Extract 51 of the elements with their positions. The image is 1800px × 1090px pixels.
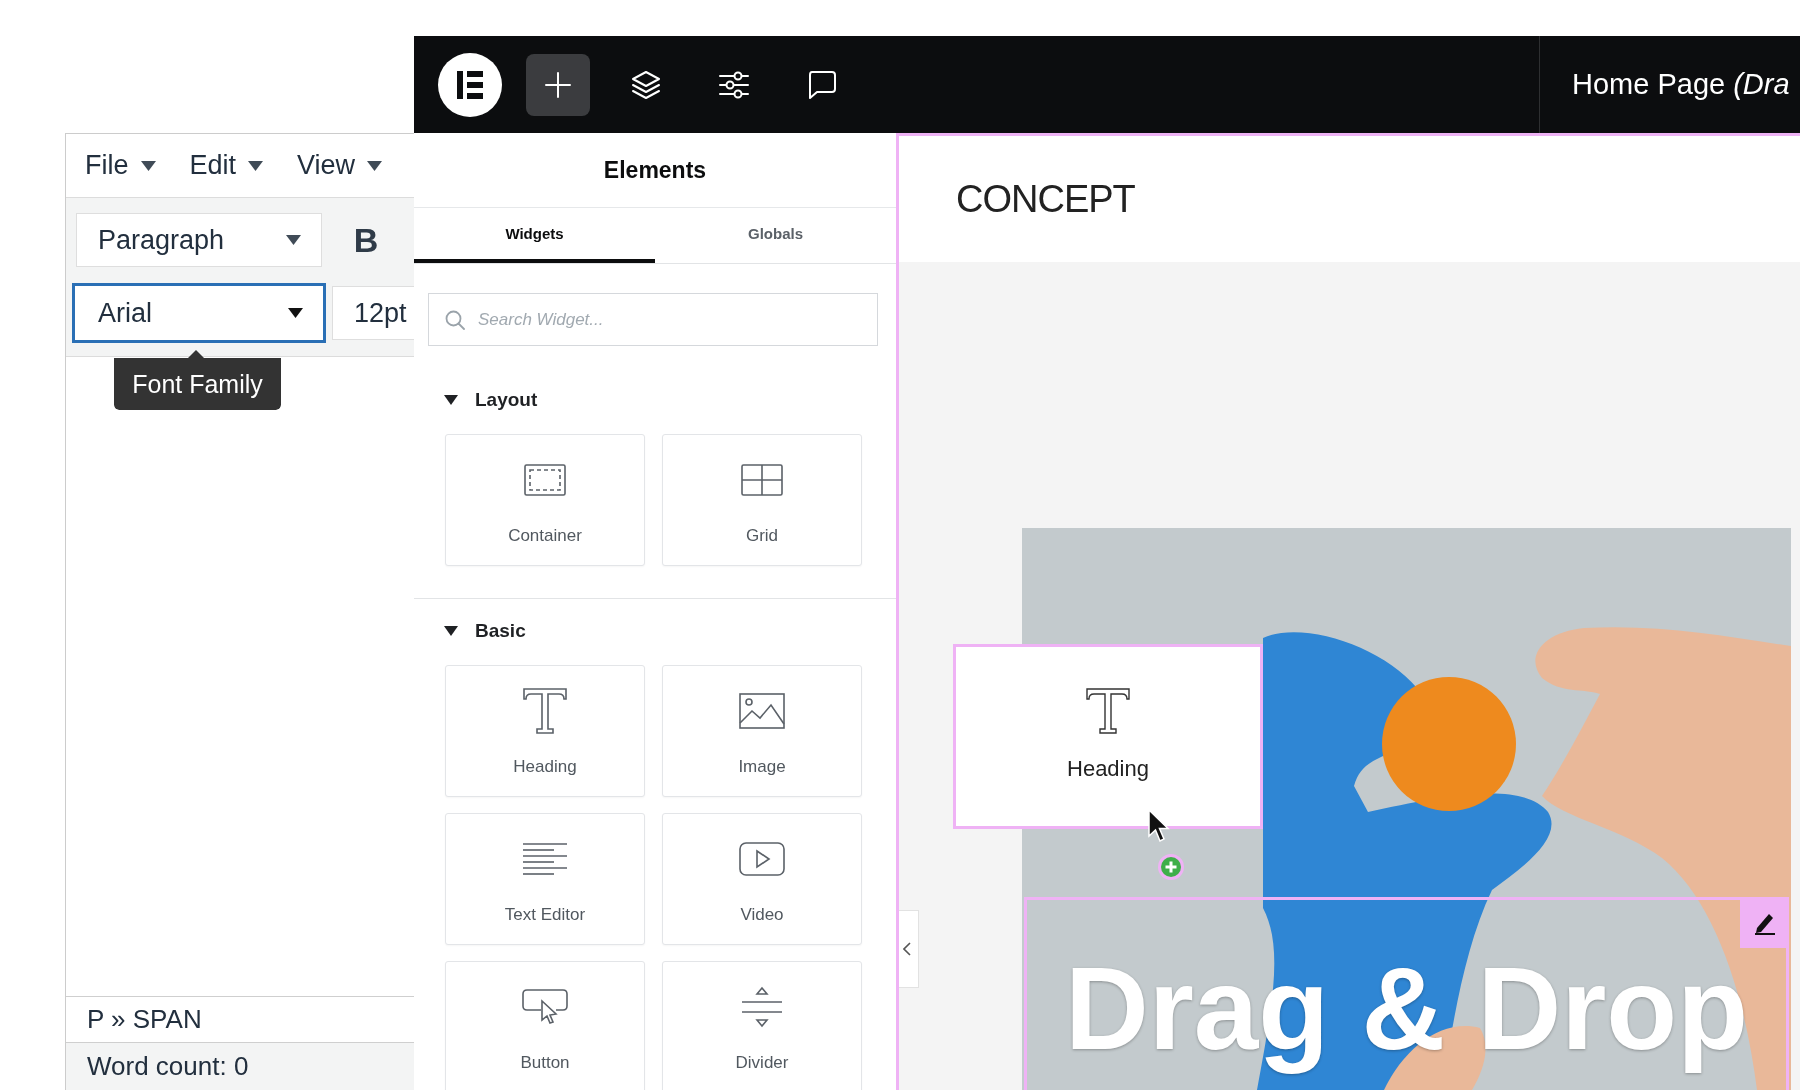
search-field[interactable]: Search Widget...	[428, 293, 878, 346]
dashed-frame-icon	[524, 464, 566, 496]
widget-card[interactable]: Heading	[445, 665, 645, 797]
caret-icon	[248, 160, 264, 171]
widget-card[interactable]: Divider	[662, 961, 862, 1090]
add-icon	[1157, 853, 1185, 881]
add-button[interactable]	[526, 53, 590, 116]
layers-icon	[631, 69, 661, 100]
section-header[interactable]: Layout	[444, 380, 538, 420]
plus-icon	[544, 70, 572, 99]
logo-icon[interactable]	[438, 52, 502, 117]
search-icon	[445, 310, 465, 330]
button-cursor-icon	[522, 989, 568, 1025]
grid-icon	[741, 464, 783, 496]
tab[interactable]: Widgets	[414, 208, 655, 263]
letter-t-icon	[1086, 688, 1130, 734]
panel-title: Elements	[603, 156, 707, 184]
widget-card[interactable]: Grid	[662, 434, 862, 566]
menu-button[interactable]: View	[287, 142, 393, 189]
collapse-panel-button[interactable]	[899, 910, 919, 988]
chevron-left-icon	[903, 942, 911, 956]
section-header[interactable]: Basic	[444, 611, 526, 651]
font-family-select[interactable]: Arial	[72, 283, 326, 343]
widget-card[interactable]: Image	[662, 665, 862, 797]
caret-icon	[288, 308, 303, 318]
video-play-icon	[739, 842, 785, 876]
word-count: Word count: 0	[87, 1051, 249, 1082]
widget-card[interactable]: Video	[662, 813, 862, 945]
font-size-select[interactable]: 12pt	[332, 286, 414, 340]
letter-t-icon	[523, 688, 567, 734]
drag-preview-label: Heading	[1067, 756, 1149, 782]
caret-icon	[367, 160, 383, 171]
chat-bubble-icon	[807, 69, 837, 100]
block-format-select[interactable]: Paragraph	[76, 213, 322, 267]
divider-icon	[740, 985, 784, 1029]
text-lines-icon	[522, 843, 568, 875]
widget-card[interactable]: Text Editor	[445, 813, 645, 945]
menu-button[interactable]: File	[75, 142, 166, 189]
element-path: P » SPAN	[87, 1004, 202, 1035]
sliders-icon	[719, 70, 749, 99]
widget-card[interactable]: Button	[445, 961, 645, 1090]
tab[interactable]: Globals	[655, 208, 896, 263]
bold-button[interactable]: B	[344, 213, 388, 267]
widget-card[interactable]: Container	[445, 434, 645, 566]
menu-button[interactable]: Edit	[179, 142, 274, 189]
image-icon	[739, 693, 785, 729]
caret-icon	[286, 235, 301, 245]
caret-icon	[140, 160, 156, 171]
edit-button[interactable]	[1740, 897, 1789, 948]
page-title: Home Page (Dra	[1572, 68, 1790, 100]
site-logo[interactable]: CONCEPT	[956, 177, 1135, 221]
